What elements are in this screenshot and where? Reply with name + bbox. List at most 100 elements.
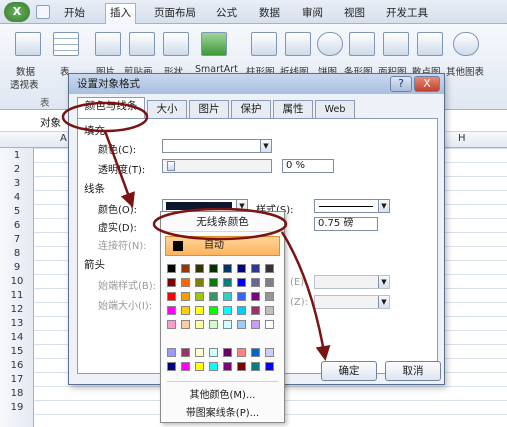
color-swatch[interactable]: [223, 320, 232, 329]
pie-chart-button[interactable]: [314, 32, 346, 62]
color-swatch[interactable]: [195, 320, 204, 329]
color-swatch[interactable]: [209, 348, 218, 357]
clipart-button[interactable]: [126, 32, 158, 62]
row-number[interactable]: 3: [0, 178, 34, 189]
color-swatch[interactable]: [209, 264, 218, 273]
color-swatch[interactable]: [167, 320, 176, 329]
help-button[interactable]: ?: [390, 76, 412, 92]
end-style-dropdown[interactable]: ▼: [314, 275, 390, 289]
color-swatch[interactable]: [223, 292, 232, 301]
color-swatch[interactable]: [251, 362, 260, 371]
end-size-dropdown[interactable]: ▼: [314, 295, 390, 309]
picture-button[interactable]: [92, 32, 124, 62]
shapes-button[interactable]: [160, 32, 192, 62]
fill-color-dropdown[interactable]: ▼: [162, 139, 272, 153]
row-number[interactable]: 5: [0, 206, 34, 217]
color-swatch[interactable]: [265, 278, 274, 287]
row-number[interactable]: 13: [0, 318, 34, 329]
color-swatch[interactable]: [237, 306, 246, 315]
tab-review[interactable]: 审阅: [298, 4, 327, 22]
color-swatch[interactable]: [209, 362, 218, 371]
color-swatch[interactable]: [167, 278, 176, 287]
smartart-button[interactable]: [198, 32, 230, 62]
tab-properties[interactable]: 属性: [273, 100, 313, 118]
tab-formulas[interactable]: 公式: [212, 4, 241, 22]
patterned-lines-option[interactable]: 带图案线条(P)...: [161, 404, 284, 419]
row-number[interactable]: 4: [0, 192, 34, 203]
automatic-color-option[interactable]: 自动: [165, 236, 280, 256]
column-chart-button[interactable]: [248, 32, 280, 62]
color-swatch[interactable]: [251, 292, 260, 301]
row-number[interactable]: 16: [0, 360, 34, 371]
tab-developer[interactable]: 开发工具: [382, 4, 432, 22]
column-a-header[interactable]: A: [60, 133, 67, 144]
more-colors-option[interactable]: 其他颜色(M)...: [161, 386, 284, 401]
tab-insert[interactable]: 插入: [105, 3, 136, 24]
color-swatch[interactable]: [167, 264, 176, 273]
color-swatch[interactable]: [237, 362, 246, 371]
tab-data[interactable]: 数据: [255, 4, 284, 22]
color-swatch[interactable]: [209, 320, 218, 329]
transparency-input[interactable]: 0 %: [282, 159, 334, 173]
tab-colors-lines[interactable]: 颜色与线条: [77, 97, 145, 119]
color-swatch[interactable]: [195, 292, 204, 301]
color-swatch[interactable]: [181, 278, 190, 287]
color-swatch[interactable]: [237, 348, 246, 357]
color-swatch[interactable]: [181, 320, 190, 329]
row-number[interactable]: 8: [0, 248, 34, 259]
color-swatch[interactable]: [223, 278, 232, 287]
color-swatch[interactable]: [195, 306, 204, 315]
transparency-slider[interactable]: [162, 159, 272, 173]
line-chart-button[interactable]: [282, 32, 314, 62]
row-number[interactable]: 18: [0, 388, 34, 399]
color-swatch[interactable]: [209, 278, 218, 287]
color-swatch[interactable]: [265, 264, 274, 273]
color-swatch[interactable]: [265, 348, 274, 357]
color-swatch[interactable]: [251, 306, 260, 315]
row-number[interactable]: 6: [0, 220, 34, 231]
color-swatch[interactable]: [265, 306, 274, 315]
color-swatch[interactable]: [195, 348, 204, 357]
area-chart-button[interactable]: [380, 32, 412, 62]
color-swatch[interactable]: [181, 306, 190, 315]
scatter-chart-button[interactable]: [414, 32, 446, 62]
color-swatch[interactable]: [223, 362, 232, 371]
tab-view[interactable]: 视图: [340, 4, 369, 22]
column-h-header[interactable]: H: [458, 133, 466, 144]
color-swatch[interactable]: [181, 348, 190, 357]
row-number[interactable]: 11: [0, 290, 34, 301]
row-number[interactable]: 12: [0, 304, 34, 315]
color-swatch[interactable]: [195, 278, 204, 287]
slider-thumb[interactable]: [167, 161, 175, 171]
color-swatch[interactable]: [265, 362, 274, 371]
tab-page-layout[interactable]: 页面布局: [150, 4, 200, 22]
color-swatch[interactable]: [181, 264, 190, 273]
color-swatch[interactable]: [209, 306, 218, 315]
color-swatch[interactable]: [237, 278, 246, 287]
tab-home[interactable]: 开始: [60, 4, 89, 22]
color-swatch[interactable]: [167, 306, 176, 315]
tab-protection[interactable]: 保护: [231, 100, 271, 118]
color-swatch[interactable]: [195, 264, 204, 273]
color-swatch[interactable]: [237, 320, 246, 329]
row-number[interactable]: 15: [0, 346, 34, 357]
color-swatch[interactable]: [223, 306, 232, 315]
close-button[interactable]: X: [414, 76, 440, 92]
color-swatch[interactable]: [237, 292, 246, 301]
table-button[interactable]: [50, 32, 82, 62]
color-swatch[interactable]: [251, 320, 260, 329]
line-weight-input[interactable]: 0.75 磅: [314, 217, 378, 231]
row-number[interactable]: 9: [0, 262, 34, 273]
office-button[interactable]: X: [4, 2, 30, 22]
color-swatch[interactable]: [265, 320, 274, 329]
name-box[interactable]: 对象: [40, 115, 61, 130]
row-number[interactable]: 19: [0, 402, 34, 413]
color-swatch[interactable]: [181, 362, 190, 371]
save-icon[interactable]: [36, 5, 50, 19]
color-swatch[interactable]: [251, 348, 260, 357]
row-number[interactable]: 2: [0, 164, 34, 175]
ok-button[interactable]: 确定: [321, 361, 377, 381]
color-swatch[interactable]: [209, 292, 218, 301]
color-swatch[interactable]: [195, 362, 204, 371]
color-swatch[interactable]: [251, 264, 260, 273]
